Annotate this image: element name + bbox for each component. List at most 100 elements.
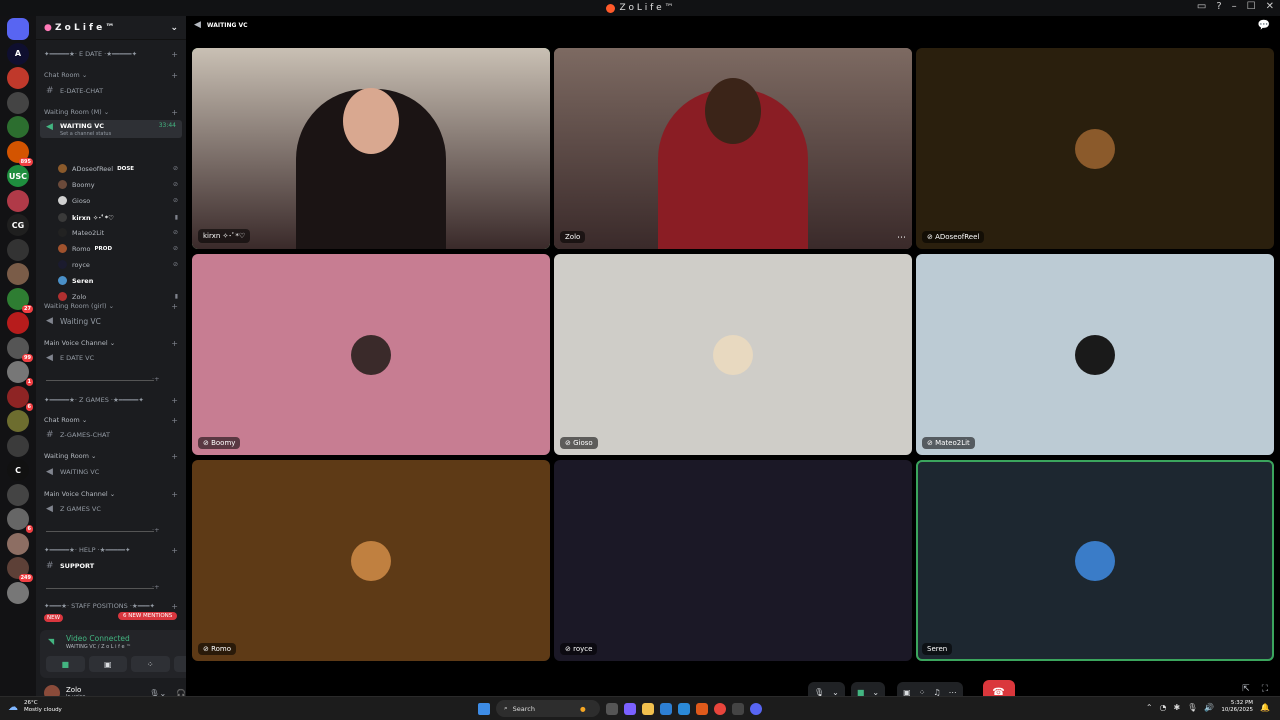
server-icon[interactable] [7,483,29,506]
category-help[interactable]: ✦━━━━━★· HELP ·★━━━━━✦ + [36,546,186,555]
chevron-down-icon[interactable]: ⌄ [170,23,178,33]
server-icon[interactable] [7,116,29,138]
channel-waiting-vc-active[interactable]: ◀ WAITING VC 33:44 Set a channel status [40,120,182,138]
add-channel-icon[interactable]: + [171,50,178,59]
server-icon[interactable] [7,532,29,555]
discord-icon[interactable] [750,702,762,715]
server-icon[interactable]: 249 [7,557,33,582]
server-icon[interactable]: A [7,42,29,65]
voice-user[interactable]: Gioso ⊘ [36,196,186,205]
more-options-icon[interactable]: ⋯ [897,233,906,243]
camera-button[interactable]: ■ [46,656,85,672]
edge-icon[interactable] [660,702,672,715]
help-icon[interactable]: ? [1216,1,1221,12]
server-icon[interactable] [7,18,29,40]
video-tile[interactable]: Seren [916,460,1274,661]
server-icon[interactable]: 99 [7,336,33,362]
chrome-icon[interactable] [714,702,726,715]
server-icon[interactable]: 6 [7,508,33,533]
channel-waiting-vc-3[interactable]: ◀ WAITING VC [36,467,186,477]
server-icon[interactable] [7,67,29,89]
category-staff[interactable]: ✦━━━★· STAFF POSITIONS ·★━━━✦ + [36,602,186,611]
server-icon[interactable] [7,238,29,261]
channel-zgames-chat[interactable]: # Z-GAMES-CHAT [36,430,186,440]
voice-user[interactable]: kirxn ✧･ﾟ*♡ ▮ [36,212,186,222]
add-channel-icon[interactable]: + [171,490,178,499]
voice-user[interactable]: Romo PROD ⊘ [36,244,186,253]
category-main-voice-2[interactable]: Main Voice Channel ⌄ + [36,490,186,499]
new-mentions-pill[interactable]: 6 NEW MENTIONS [118,612,178,620]
channel-zgames-vc[interactable]: ◀ Z GAMES VC [36,504,186,514]
file-explorer-icon[interactable] [642,702,654,715]
video-tile[interactable]: Zolo ⋯ [554,48,912,249]
channel-status[interactable]: Set a channel status [60,131,111,137]
signal-icon[interactable]: ◥ [48,637,54,646]
server-icon[interactable] [7,312,29,334]
microphone-icon[interactable]: 🎙 [1187,703,1197,712]
channel-edate-vc[interactable]: ◀ E DATE VC [36,353,186,363]
category-chat-room[interactable]: Chat Room ⌄ + [36,71,186,80]
video-tile[interactable]: ⊘ Boomy [192,254,550,455]
popout-icon[interactable]: ⇱ [1242,684,1250,694]
capcut-icon[interactable] [732,702,744,715]
server-icon[interactable] [7,434,29,457]
voice-user[interactable]: Zolo ▮ [36,292,186,301]
server-icon[interactable]: 1 [7,361,33,386]
volume-icon[interactable]: 🔊 [1204,703,1214,712]
divider-plus-icon[interactable]: ·+ [152,583,186,591]
divider-plus-icon[interactable]: ·+ [152,375,186,383]
video-tile[interactable]: kirxn ✧･ﾟ*♡ [192,48,550,249]
server-icon[interactable] [7,410,29,432]
voice-user[interactable]: Boomy ⊘ [36,180,186,189]
task-view-icon[interactable] [606,702,618,715]
server-icon[interactable]: 6 [7,385,33,411]
close-button[interactable]: ✕ [1266,1,1274,12]
server-icon[interactable]: 27 [7,287,33,313]
server-icon[interactable]: 895 [7,140,33,166]
server-icon[interactable] [7,263,29,285]
copilot-icon[interactable] [624,702,636,715]
voice-user[interactable]: Mateo2Lit ⊘ [36,228,186,237]
new-unread-badge[interactable]: NEW [44,614,64,622]
add-channel-icon[interactable]: + [171,302,178,311]
fullscreen-icon[interactable]: ⛶ [1262,684,1268,694]
add-channel-icon[interactable]: + [171,71,178,80]
app-icon[interactable] [696,702,708,715]
voice-user[interactable]: ADoseofReel DOSE ⊘ [36,164,186,173]
video-tile[interactable]: ⊘ Mateo2Lit [916,254,1274,455]
minimize-button[interactable]: – [1232,1,1237,12]
divider-plus-icon[interactable]: ·+ [152,526,186,534]
category-chat-room-2[interactable]: Chat Room ⌄ + [36,416,186,425]
screen-share-button[interactable]: ▣ [88,656,127,672]
clock[interactable]: 5:32 PM 10/26/2025 [1221,700,1253,714]
server-icon[interactable] [7,189,29,212]
activities-button[interactable]: ⁘ [131,656,170,672]
channel-waiting-vc-2[interactable]: ◀ Waiting VC [36,316,186,326]
voice-status[interactable]: Video Connected [66,634,130,643]
video-tile[interactable]: ⊘ ADoseofReel [916,48,1274,249]
notification-bell-icon[interactable]: 🔔 [1260,703,1270,712]
bluetooth-icon[interactable]: ✱ [1174,703,1181,712]
video-tile[interactable]: ⊘ Gioso [554,254,912,455]
weather-widget[interactable]: ☁ 26°C Mostly cloudy [8,700,62,714]
server-icon[interactable]: C [7,459,29,481]
taskbar-search[interactable]: ⌕ Search ● [496,700,600,717]
category-waiting-room-girl[interactable]: Waiting Room (girl) ⌄ + [36,302,186,311]
add-channel-icon[interactable]: + [171,416,178,425]
chat-bubble-icon[interactable]: 💬 [1258,20,1270,31]
windows-start-icon[interactable] [478,702,490,715]
add-channel-icon[interactable]: + [171,396,178,405]
category-edate[interactable]: ✦━━━━━★· E DATE ·★━━━━━✦ + [36,50,186,59]
server-icon[interactable] [7,581,29,604]
chevron-up-icon[interactable]: ⌃ [1146,703,1153,712]
category-waiting-room-m[interactable]: Waiting Room (M) ⌄ + [36,108,186,117]
server-icon[interactable]: CG [7,214,29,236]
category-zgames[interactable]: ✦━━━━━★· Z GAMES ·★━━━━━✦ + [36,396,186,405]
maximize-button[interactable]: ☐ [1247,1,1256,12]
voice-user[interactable]: Seren [36,276,186,285]
add-channel-icon[interactable]: + [171,339,178,348]
add-channel-icon[interactable]: + [171,546,178,555]
channel-edate-chat[interactable]: # E-DATE-CHAT [36,86,186,96]
network-icon[interactable]: ◔ [1160,703,1167,712]
voice-user[interactable]: royce ⊘ [36,260,186,269]
